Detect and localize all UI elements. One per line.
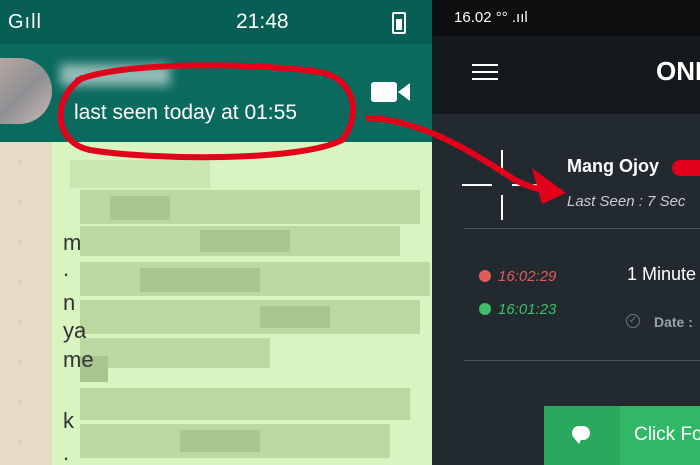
menu-icon[interactable] (472, 64, 498, 84)
blurred-text-block (80, 338, 270, 368)
offline-dot (479, 270, 491, 282)
blurred-text-block (80, 388, 410, 420)
contact-name: Mang Ojoy (567, 156, 660, 176)
crosshair-icon (462, 150, 542, 220)
chat-fragment: ya (63, 318, 87, 343)
log-time-online: 16:01:23 (498, 301, 557, 318)
chat-fragment: m (63, 230, 82, 255)
app-brand: ONL (656, 56, 700, 86)
contact-name-blurred (60, 64, 170, 86)
blurred-text-block (80, 300, 420, 334)
duration-text: 1 Minute (627, 264, 697, 284)
button-label: Click Fo (634, 424, 700, 445)
blurred-text-block (110, 196, 170, 220)
last-seen-text: Last Seen : 7 Sec (567, 193, 686, 210)
blurred-text-block (70, 160, 210, 188)
chat-fragment: . (63, 256, 70, 281)
chat-fragment: n (63, 290, 76, 315)
video-call-icon[interactable] (371, 80, 411, 104)
status-time: 21:48 (236, 10, 289, 33)
divider (464, 228, 700, 229)
online-status-badge (672, 160, 700, 176)
chat-bubble-icon (572, 426, 590, 444)
carrier-signal: Gıll (8, 11, 42, 33)
status-bar: Gıll 21:48 (0, 0, 432, 44)
button-icon-area (544, 406, 620, 465)
click-for-button[interactable]: Click Fo (544, 406, 700, 465)
chat-header[interactable] (0, 44, 432, 142)
divider (464, 360, 700, 361)
chat-fragment: . (63, 440, 70, 465)
online-dot (479, 303, 491, 315)
app-header: ONL (432, 36, 700, 114)
status-time: 16.02 °° .ııl (454, 9, 528, 26)
last-seen-text: last seen today at 01:55 (74, 101, 297, 124)
log-time-offline: 16:02:29 (498, 268, 557, 285)
blurred-text-block (180, 430, 260, 452)
check-circle-icon: ✓ (626, 314, 640, 328)
battery-icon (392, 12, 406, 34)
blurred-text-block (260, 306, 330, 328)
tracker-app-screen: 16.02 °° .ııl ONL Mang Ojoy Last Seen : … (432, 0, 700, 465)
status-bar: 16.02 °° .ııl (432, 0, 700, 36)
blurred-text-block (200, 230, 290, 252)
whatsapp-screen: Gıll 21:48 last seen today at 01:55 m . … (0, 0, 432, 465)
chat-fragment: me (63, 347, 94, 372)
blurred-text-block (140, 268, 260, 292)
date-label: Date : (654, 314, 693, 330)
chat-fragment: k (63, 408, 74, 433)
